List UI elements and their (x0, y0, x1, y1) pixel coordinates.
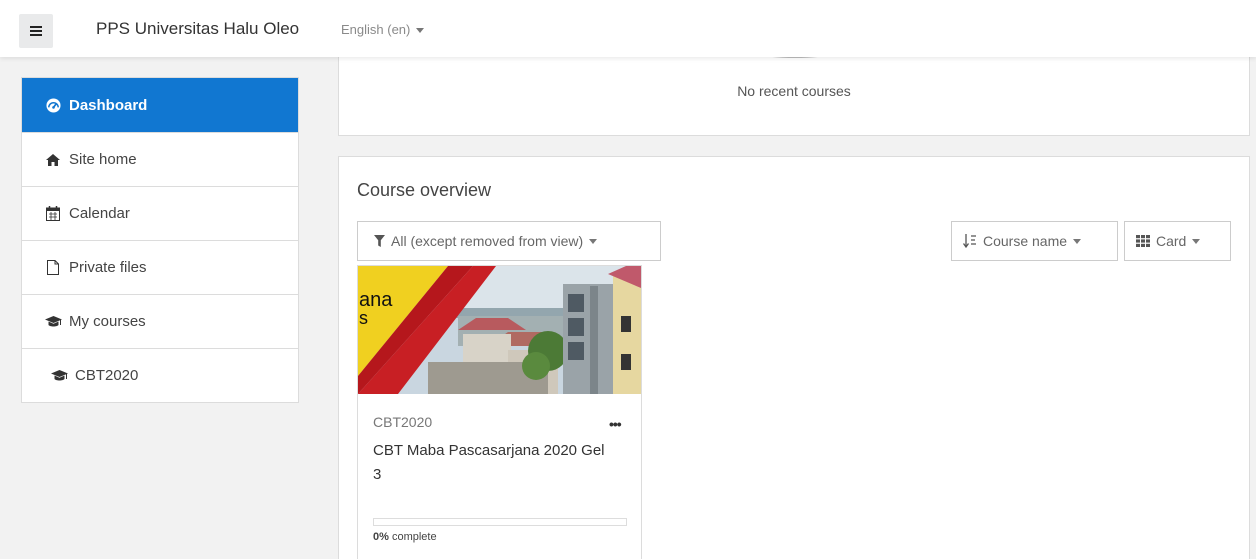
sidebar-item-my-courses[interactable]: My courses (22, 294, 298, 348)
nav-drawer: Dashboard Site home Calendar Private fil… (21, 77, 299, 403)
language-menu[interactable]: English (en) (341, 22, 425, 37)
recent-courses-block: No recent courses (338, 50, 1250, 136)
progress-bar (373, 518, 627, 526)
caret-down-icon (1192, 238, 1201, 244)
course-short-name: CBT2020 (373, 414, 433, 430)
view-mode-dropdown[interactable]: Card (1124, 221, 1231, 261)
language-label: English (en) (341, 22, 411, 37)
sidebar-item-label: Calendar (69, 205, 130, 222)
caret-down-icon (589, 238, 598, 244)
course-card[interactable]: ana s CBT2020 ••• CBT Maba Pascasarjana … (357, 265, 642, 559)
course-overview-block: Course overview All (except removed from… (338, 156, 1250, 559)
progress-suffix: complete (388, 531, 437, 543)
home-icon (44, 152, 62, 168)
sidebar-item-calendar[interactable]: Calendar (22, 186, 298, 240)
grouping-filter-label: All (except removed from view) (391, 233, 584, 249)
course-overview-title: Course overview (357, 180, 492, 200)
top-navbar: PPS Universitas Halu Oleo English (en) (0, 0, 1256, 57)
caret-down-icon (1073, 238, 1082, 244)
graduation-cap-icon (50, 368, 68, 384)
view-mode-label: Card (1156, 233, 1187, 249)
graduation-cap-icon (44, 314, 62, 330)
sidebar-item-dashboard[interactable]: Dashboard (22, 78, 298, 132)
sidebar-item-site-home[interactable]: Site home (22, 132, 298, 186)
sidebar-item-label: Dashboard (69, 96, 148, 114)
caret-down-icon (416, 28, 425, 34)
sort-alpha-icon (963, 234, 977, 248)
sort-label: Course name (983, 233, 1068, 249)
course-image[interactable]: ana s (358, 266, 641, 394)
file-icon (44, 260, 62, 276)
menu-toggle-button[interactable] (19, 14, 53, 48)
sidebar-item-label: Private files (69, 259, 147, 276)
course-image-caption: s (359, 308, 368, 328)
site-name[interactable]: PPS Universitas Halu Oleo (96, 19, 299, 39)
more-actions-icon[interactable]: ••• (609, 416, 622, 432)
grid-icon (1136, 235, 1150, 247)
dashboard-icon (44, 97, 62, 113)
progress-value: 0% (373, 531, 389, 543)
calendar-icon (44, 206, 62, 222)
sort-dropdown[interactable]: Course name (951, 221, 1118, 261)
course-full-name-link[interactable]: CBT Maba Pascasarjana 2020 Gel 3 (373, 439, 613, 487)
sidebar-item-private-files[interactable]: Private files (22, 240, 298, 294)
grouping-filter-dropdown[interactable]: All (except removed from view) (357, 221, 661, 261)
hamburger-icon (30, 26, 42, 36)
sidebar-item-cbt2020[interactable]: CBT2020 (22, 348, 298, 402)
sidebar-item-label: My courses (69, 313, 146, 330)
sidebar-item-label: CBT2020 (75, 367, 139, 384)
progress-text: 0% complete (373, 531, 437, 543)
sidebar-item-label: Site home (69, 151, 137, 168)
filter-icon (374, 235, 385, 247)
no-recent-courses-text: No recent courses (737, 83, 851, 99)
